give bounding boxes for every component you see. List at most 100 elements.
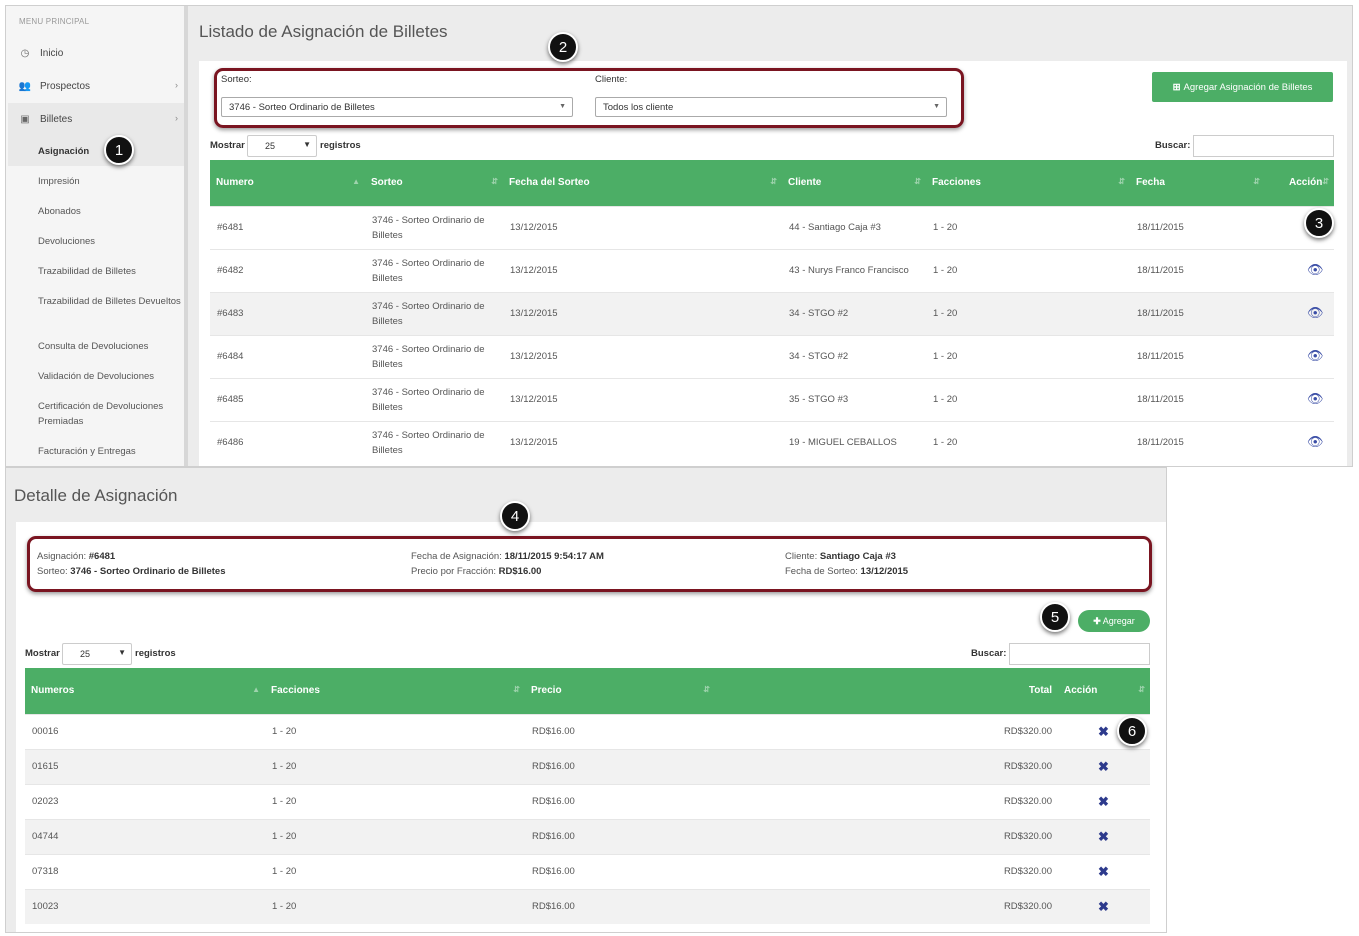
sidebar-item-billetes[interactable]: ▣ Billetes ›	[8, 103, 184, 136]
eye-icon: 👁	[1307, 391, 1324, 406]
view-button[interactable]: 👁	[1265, 248, 1334, 292]
cell-numero: 00016	[25, 713, 265, 749]
view-button[interactable]: 👁	[1265, 420, 1334, 464]
cell-numero: #6481	[210, 205, 365, 249]
cliente-label: Cliente:	[595, 74, 628, 85]
sidebar-subitem-certificacion[interactable]: Certificación de Devoluciones Premiadas	[38, 399, 184, 429]
sidebar-subitem-abonados[interactable]: Abonados	[38, 204, 184, 219]
caret-down-icon: ▼	[303, 140, 311, 149]
table-row: 04744 1 - 20 RD$16.00 RD$320.00 ✖	[25, 818, 1150, 854]
delete-button[interactable]: ✖	[1060, 748, 1150, 784]
asignaciones-table: Numero ▲ Sorteo ⇵ Fecha del Sorteo ⇵ Client…	[210, 160, 1334, 464]
cell-total: RD$320.00	[715, 713, 1060, 749]
sidebar-subitem-trazabilidad[interactable]: Trazabilidad de Billetes	[38, 264, 184, 279]
agregar-button[interactable]: ✚ Agregar	[1078, 610, 1150, 632]
table-row: #6486 3746 - Sorteo Ordinario de Billete…	[210, 420, 1334, 464]
cell-precio: RD$16.00	[525, 888, 715, 924]
cell-facciones: 1 - 20	[265, 888, 525, 924]
column-header[interactable]: Precio ⇵	[525, 668, 715, 714]
cell-fecha: 18/11/2015	[1130, 248, 1265, 292]
column-header[interactable]: Fecha del Sorteo ⇵	[503, 160, 782, 206]
view-button[interactable]: 👁	[1265, 334, 1334, 378]
delete-button[interactable]: ✖	[1060, 853, 1150, 889]
detalle-asignacion-screenshot: Detalle de Asignación Asignación: #6481 …	[5, 467, 1167, 933]
page-length-select[interactable]: 25 ▼	[247, 135, 317, 157]
cell-fecha-sorteo: 13/12/2015	[503, 420, 782, 464]
table-row: 02023 1 - 20 RD$16.00 RD$320.00 ✖	[25, 783, 1150, 819]
eye-icon: 👁	[1307, 348, 1324, 363]
cell-cliente: 34 - STGO #2	[782, 334, 926, 378]
chevron-right-icon: ›	[175, 113, 178, 123]
sort-icon: ⇵	[1253, 177, 1260, 186]
column-header[interactable]: Fecha ⇵	[1130, 160, 1265, 206]
page-length-select[interactable]: 25 ▼	[62, 643, 132, 665]
sidebar-subitem-devoluciones[interactable]: Devoluciones	[38, 234, 184, 249]
cell-sorteo: 3746 - Sorteo Ordinario de Billetes	[365, 205, 503, 249]
sidebar-subitem-facturacion[interactable]: Facturación y Entregas	[38, 444, 184, 459]
cell-total: RD$320.00	[715, 783, 1060, 819]
callout-4: 4	[500, 501, 530, 531]
sort-icon: ⇵	[1138, 685, 1145, 694]
caret-down-icon: ▼	[559, 103, 566, 110]
column-header[interactable]: Facciones ⇵	[926, 160, 1130, 206]
cell-numero: 02023	[25, 783, 265, 819]
sorteo-select-value: 3746 - Sorteo Ordinario de Billetes	[229, 102, 375, 113]
column-header[interactable]: Sorteo ⇵	[365, 160, 503, 206]
cell-fecha: 18/11/2015	[1130, 420, 1265, 464]
column-header[interactable]: Cliente ⇵	[782, 160, 926, 206]
sidebar-subitem-asignacion[interactable]: Asignación	[8, 136, 184, 166]
clock-icon: ◷	[20, 48, 30, 59]
sidebar-item-prospectos[interactable]: 👥 Prospectos ›	[8, 70, 184, 103]
sidebar-item-inicio[interactable]: ◷ Inicio	[8, 37, 184, 70]
cell-fecha: 18/11/2015	[1130, 205, 1265, 249]
table-row: 07318 1 - 20 RD$16.00 RD$320.00 ✖	[25, 853, 1150, 889]
cell-numero: #6484	[210, 334, 365, 378]
view-button[interactable]: 👁	[1265, 291, 1334, 335]
callout-2: 2	[548, 32, 578, 62]
sorteo-select[interactable]: 3746 - Sorteo Ordinario de Billetes ▼	[221, 97, 573, 117]
caret-down-icon: ▼	[118, 648, 126, 657]
close-icon: ✖	[1098, 723, 1109, 739]
table-row: #6483 3746 - Sorteo Ordinario de Billete…	[210, 291, 1334, 335]
agregar-label: Agregar	[1102, 616, 1135, 626]
cell-numero: 10023	[25, 888, 265, 924]
sidebar-subitem-validacion-devoluciones[interactable]: Validación de Devoluciones	[38, 369, 184, 384]
column-header[interactable]: Numero ▲	[210, 160, 365, 206]
close-icon: ✖	[1098, 828, 1109, 844]
listado-card: Sorteo: 3746 - Sorteo Ordinario de Bille…	[199, 61, 1347, 466]
search-input[interactable]	[1009, 643, 1150, 665]
cell-precio: RD$16.00	[525, 748, 715, 784]
cell-precio: RD$16.00	[525, 853, 715, 889]
column-header[interactable]: Facciones ⇵	[265, 668, 525, 714]
table-row: #6482 3746 - Sorteo Ordinario de Billete…	[210, 248, 1334, 292]
cell-total: RD$320.00	[715, 748, 1060, 784]
sidebar: MENU PRINCIPAL ◷ Inicio 👥 Prospectos › ▣…	[6, 6, 188, 466]
cell-facciones: 1 - 20	[265, 748, 525, 784]
search-input[interactable]	[1193, 135, 1334, 157]
table-row: 00016 1 - 20 RD$16.00 RD$320.00 ✖	[25, 713, 1150, 749]
column-header[interactable]: Acción ⇵	[1265, 160, 1334, 206]
sidebar-subitem-trazabilidad-devueltos[interactable]: Trazabilidad de Billetes Devueltos	[38, 294, 184, 309]
column-header[interactable]: Total	[715, 668, 1060, 714]
close-icon: ✖	[1098, 863, 1109, 879]
callout-5: 5	[1040, 602, 1070, 632]
asignacion-list-screenshot: MENU PRINCIPAL ◷ Inicio 👥 Prospectos › ▣…	[5, 5, 1353, 467]
cliente-select[interactable]: Todos los cliente ▼	[595, 97, 947, 117]
column-header[interactable]: Acción ⇵	[1060, 668, 1150, 714]
table-row: #6484 3746 - Sorteo Ordinario de Billete…	[210, 334, 1334, 378]
column-header[interactable]: Numeros ▲	[25, 668, 265, 714]
cell-facciones: 1 - 20	[926, 420, 1130, 464]
sort-icon: ⇵	[914, 177, 921, 186]
sorteo-label: Sorteo:	[221, 74, 252, 85]
sidebar-subitem-consulta-devoluciones[interactable]: Consulta de Devoluciones	[38, 339, 184, 354]
sidebar-subitem-impresion[interactable]: Impresión	[38, 174, 184, 189]
page-title: Listado de Asignación de Billetes	[199, 22, 448, 41]
delete-button[interactable]: ✖	[1060, 818, 1150, 854]
delete-button[interactable]: ✖	[1060, 783, 1150, 819]
view-button[interactable]: 👁	[1265, 377, 1334, 421]
delete-button[interactable]: ✖	[1060, 888, 1150, 924]
mostrar-label: Mostrar	[210, 140, 245, 151]
cell-fecha: 18/11/2015	[1130, 334, 1265, 378]
add-asignacion-button[interactable]: ⊞ Agregar Asignación de Billetes	[1152, 72, 1333, 102]
info-fecha-sorteo: Fecha de Sorteo: 13/12/2015	[785, 566, 909, 577]
